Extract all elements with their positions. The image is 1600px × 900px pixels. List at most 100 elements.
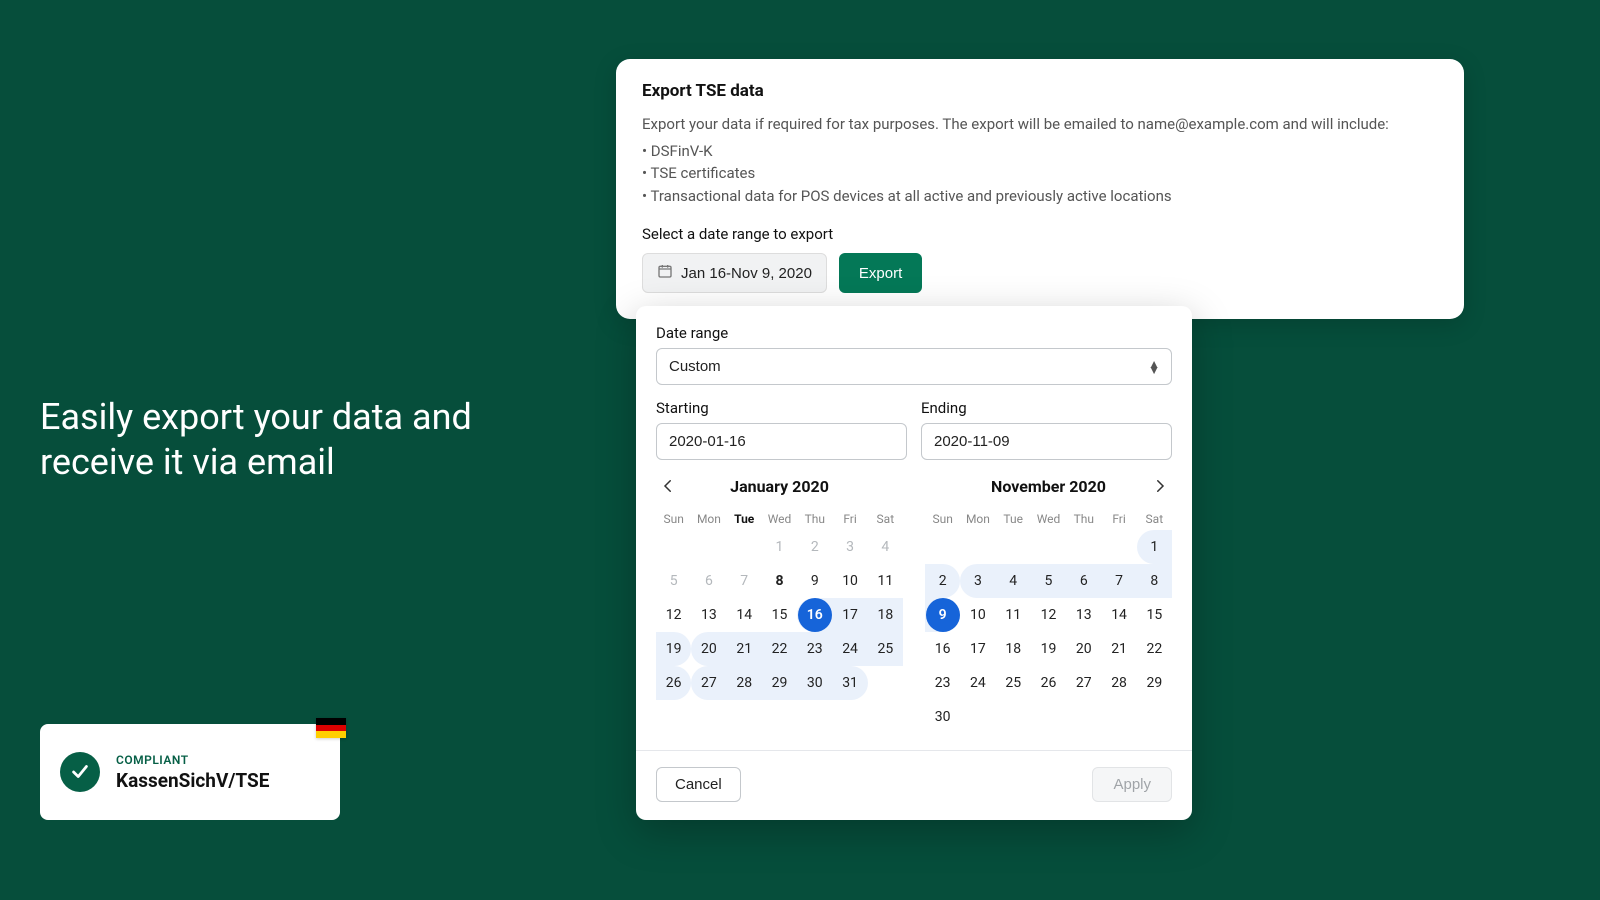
calendar-day[interactable]: 28 <box>1101 666 1136 700</box>
calendar-day[interactable]: 15 <box>1137 598 1172 632</box>
calendar-day[interactable]: 14 <box>1101 598 1136 632</box>
calendar-day[interactable]: 8 <box>762 564 797 598</box>
calendar-day[interactable]: 16 <box>797 598 832 632</box>
calendar-day[interactable]: 20 <box>691 632 726 666</box>
calendar-day[interactable]: 2 <box>925 564 960 598</box>
calendar-day[interactable]: 10 <box>960 598 995 632</box>
calendar-day[interactable]: 13 <box>691 598 726 632</box>
calendar-day[interactable]: 7 <box>1101 564 1136 598</box>
germany-flag-icon <box>316 718 346 738</box>
date-picker-popover: Date range Custom ▲▼ Starting Ending Jan… <box>636 306 1192 820</box>
calendar-day[interactable]: 1 <box>762 530 797 564</box>
calendar-day <box>960 700 995 734</box>
calendar-month-2: November 2020 SunMonTueWedThuFriSat 1234… <box>925 472 1172 734</box>
weekday-label: Sat <box>868 508 903 530</box>
calendar-day[interactable]: 5 <box>656 564 691 598</box>
calendar-day[interactable]: 29 <box>1137 666 1172 700</box>
calendar-day[interactable]: 26 <box>1031 666 1066 700</box>
calendar-day[interactable]: 17 <box>832 598 867 632</box>
calendar-day[interactable]: 18 <box>996 632 1031 666</box>
calendar-day[interactable]: 6 <box>1066 564 1101 598</box>
calendar-day <box>996 700 1031 734</box>
calendar-day[interactable]: 30 <box>925 700 960 734</box>
weekday-label: Sat <box>1137 508 1172 530</box>
calendar-day[interactable]: 4 <box>868 530 903 564</box>
calendar-day[interactable]: 28 <box>727 666 762 700</box>
calendar-day[interactable]: 1 <box>1137 530 1172 564</box>
calendar-day[interactable]: 27 <box>1066 666 1101 700</box>
export-button[interactable]: Export <box>839 253 922 293</box>
compliant-card: COMPLIANT KassenSichV/TSE <box>40 724 340 820</box>
calendar-day[interactable]: 23 <box>797 632 832 666</box>
calendar-day <box>1137 700 1172 734</box>
calendar-day[interactable]: 20 <box>1066 632 1101 666</box>
calendar-day[interactable]: 9 <box>797 564 832 598</box>
cancel-button[interactable]: Cancel <box>656 767 741 802</box>
calendar-day[interactable]: 29 <box>762 666 797 700</box>
calendar-day[interactable]: 2 <box>797 530 832 564</box>
weekday-label: Thu <box>1066 508 1101 530</box>
calendar-day[interactable]: 30 <box>797 666 832 700</box>
calendar-day[interactable]: 9 <box>925 598 960 632</box>
calendar-day[interactable]: 24 <box>960 666 995 700</box>
calendar-month-1: January 2020 SunMonTueWedThuFriSat 12345… <box>656 472 903 734</box>
weekday-label: Wed <box>762 508 797 530</box>
calendar-day[interactable]: 25 <box>868 632 903 666</box>
date-range-select[interactable]: Custom <box>656 348 1172 385</box>
calendar-day[interactable]: 19 <box>656 632 691 666</box>
calendar-day[interactable]: 8 <box>1137 564 1172 598</box>
calendar-day[interactable]: 13 <box>1066 598 1101 632</box>
next-month-button[interactable] <box>1148 474 1172 498</box>
calendar-day[interactable]: 27 <box>691 666 726 700</box>
calendar-day[interactable]: 21 <box>727 632 762 666</box>
calendar-day[interactable]: 24 <box>832 632 867 666</box>
date-range-display: Jan 16-Nov 9, 2020 <box>681 265 812 282</box>
calendar-day[interactable]: 5 <box>1031 564 1066 598</box>
marketing-headline: Easily export your data and receive it v… <box>40 395 480 485</box>
calendar-day[interactable]: 3 <box>960 564 995 598</box>
calendar-day[interactable]: 6 <box>691 564 726 598</box>
ending-input[interactable] <box>921 423 1172 460</box>
prev-month-button[interactable] <box>656 474 680 498</box>
calendar-day <box>1031 530 1066 564</box>
calendar-day[interactable]: 22 <box>1137 632 1172 666</box>
calendar-day[interactable]: 23 <box>925 666 960 700</box>
starting-label: Starting <box>656 399 907 417</box>
apply-button[interactable]: Apply <box>1092 767 1172 802</box>
calendar-icon <box>657 263 673 283</box>
calendar-day[interactable]: 3 <box>832 530 867 564</box>
calendar-day[interactable]: 14 <box>727 598 762 632</box>
export-bullet: • DSFinV-K <box>642 140 1438 163</box>
export-description: Export your data if required for tax pur… <box>642 113 1438 136</box>
calendar-day <box>1101 700 1136 734</box>
starting-input[interactable] <box>656 423 907 460</box>
calendar-day[interactable]: 31 <box>832 666 867 700</box>
calendar-day[interactable]: 26 <box>656 666 691 700</box>
date-range-button[interactable]: Jan 16-Nov 9, 2020 <box>642 253 827 293</box>
calendar-day[interactable]: 11 <box>868 564 903 598</box>
calendar-day[interactable]: 21 <box>1101 632 1136 666</box>
calendar-day[interactable]: 10 <box>832 564 867 598</box>
weekday-label: Sun <box>656 508 691 530</box>
calendar-day[interactable]: 25 <box>996 666 1031 700</box>
calendar-day[interactable]: 22 <box>762 632 797 666</box>
calendar-day[interactable]: 16 <box>925 632 960 666</box>
calendar-day[interactable]: 19 <box>1031 632 1066 666</box>
calendar-day[interactable]: 7 <box>727 564 762 598</box>
calendar-day[interactable]: 12 <box>656 598 691 632</box>
calendar-day <box>727 530 762 564</box>
calendar-day[interactable]: 4 <box>996 564 1031 598</box>
calendar-day <box>1066 700 1101 734</box>
calendar-day[interactable]: 15 <box>762 598 797 632</box>
compliant-title: KassenSichV/TSE <box>116 769 269 792</box>
calendar-day <box>1066 530 1101 564</box>
export-card: Export TSE data Export your data if requ… <box>616 59 1464 319</box>
calendar-day[interactable]: 18 <box>868 598 903 632</box>
calendar-day[interactable]: 11 <box>996 598 1031 632</box>
month-title-2: November 2020 <box>991 477 1106 496</box>
calendar-day[interactable]: 12 <box>1031 598 1066 632</box>
calendar-day <box>925 530 960 564</box>
compliant-label: COMPLIANT <box>116 753 269 767</box>
calendar-day[interactable]: 17 <box>960 632 995 666</box>
weekday-label: Fri <box>1101 508 1136 530</box>
